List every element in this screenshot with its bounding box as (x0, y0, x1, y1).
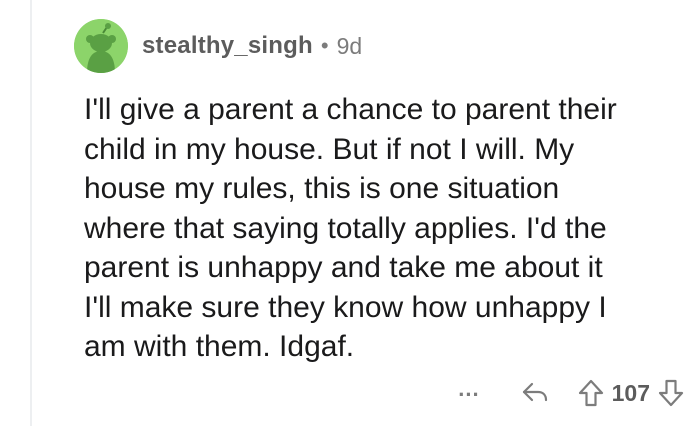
downvote-icon[interactable] (658, 378, 684, 408)
thread-line (30, 0, 32, 426)
comment: stealthy_singh • 9d I'll give a parent a… (74, 18, 684, 363)
reply-icon[interactable] (520, 380, 550, 406)
comment-age: 9d (336, 32, 363, 59)
meta-separator: • (320, 33, 329, 58)
more-options-button[interactable]: ... (458, 378, 479, 408)
snoo-avatar-icon (74, 19, 128, 73)
avatar[interactable] (74, 19, 128, 73)
username[interactable]: stealthy_singh (142, 32, 313, 60)
vote-score: 107 (611, 379, 650, 406)
comment-actions: ... 107 (458, 373, 684, 413)
upvote-icon[interactable] (578, 378, 604, 408)
comment-header: stealthy_singh • 9d (74, 18, 684, 74)
comment-body: I'll give a parent a chance to parent th… (84, 93, 617, 363)
